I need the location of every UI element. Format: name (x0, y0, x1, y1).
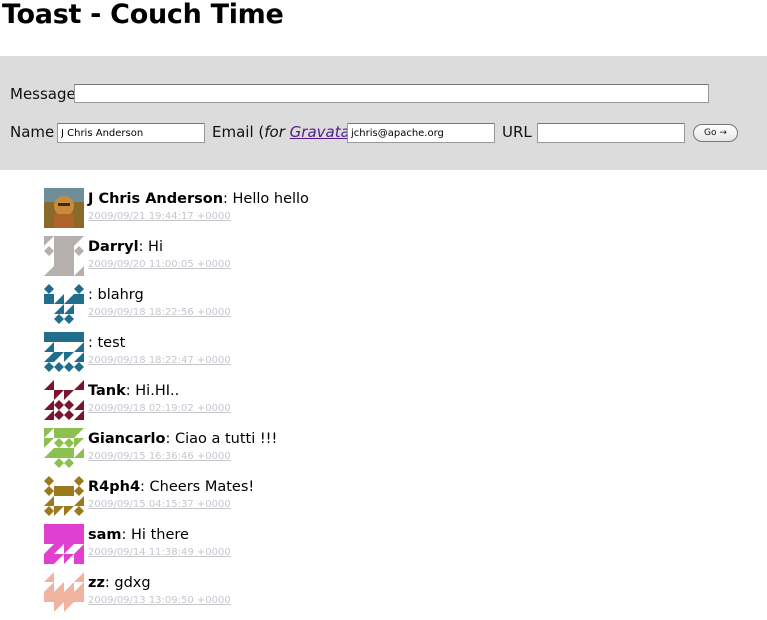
message-text: : Cheers Mates! (140, 479, 255, 495)
message-line: zz: gdxg (88, 574, 151, 592)
avatar (44, 476, 84, 516)
message-text: : Hi there (121, 527, 189, 543)
name-label: Name (10, 123, 55, 141)
avatar (44, 572, 84, 612)
message-timestamp-link[interactable]: 2009/09/21 19:44:17 +0000 (88, 211, 231, 223)
message-text: : Ciao a tutti !!! (165, 431, 278, 447)
message-line: : test (88, 334, 125, 352)
message-timestamp-link[interactable]: 2009/09/18 02:19:02 +0000 (88, 403, 231, 415)
page-title: Toast - Couch Time (2, 0, 284, 30)
avatar (44, 284, 84, 324)
message-text: : test (88, 335, 126, 351)
message-author: sam (88, 527, 122, 543)
message-timestamp-link[interactable]: 2009/09/13 13:09:50 +0000 (88, 595, 231, 607)
message-text: : Hi (138, 239, 163, 255)
message-line: Giancarlo: Ciao a tutti !!! (88, 430, 277, 448)
message-line: : blahrg (88, 286, 144, 304)
avatar (44, 188, 84, 228)
message-line: R4ph4: Cheers Mates! (88, 478, 254, 496)
email-input[interactable] (347, 123, 495, 143)
message-text: : Hello hello (223, 191, 309, 207)
email-label: Email (for Gravatar) (212, 123, 362, 141)
message-text: : gdxg (104, 575, 151, 591)
url-label: URL (502, 123, 532, 141)
url-input[interactable] (537, 123, 685, 143)
message-line: Darryl: Hi (88, 238, 163, 256)
message-author: J Chris Anderson (88, 191, 224, 207)
message-input[interactable] (74, 84, 709, 103)
message-line: sam: Hi there (88, 526, 189, 544)
go-button[interactable]: Go → (693, 124, 738, 142)
avatar (44, 524, 84, 564)
message-timestamp-link[interactable]: 2009/09/20 11:00:05 +0000 (88, 259, 231, 271)
avatar (44, 332, 84, 372)
message-timestamp-link[interactable]: 2009/09/14 11:38:49 +0000 (88, 547, 231, 559)
message-text: : Hi.HI.. (125, 383, 180, 399)
name-input[interactable] (57, 123, 205, 143)
message-author: R4ph4 (88, 479, 141, 495)
message-timestamp-link[interactable]: 2009/09/18 18:22:47 +0000 (88, 355, 231, 367)
message-author: Darryl (88, 239, 139, 255)
message-timestamp-link[interactable]: 2009/09/15 16:36:46 +0000 (88, 451, 231, 463)
message-label: Message (10, 85, 76, 103)
avatar (44, 236, 84, 276)
message-timestamp-link[interactable]: 2009/09/15 04:15:37 +0000 (88, 499, 231, 511)
message-line: Tank: Hi.HI.. (88, 382, 179, 400)
gravatar-link[interactable]: Gravatar (290, 123, 356, 141)
avatar (44, 380, 84, 420)
message-text: : blahrg (88, 287, 144, 303)
message-author: Giancarlo (88, 431, 166, 447)
message-author: Tank (88, 383, 126, 399)
message-form (0, 56, 767, 170)
message-line: J Chris Anderson: Hello hello (88, 190, 309, 208)
avatar (44, 428, 84, 468)
message-timestamp-link[interactable]: 2009/09/18 18:22:56 +0000 (88, 307, 231, 319)
message-author: zz (88, 575, 105, 591)
